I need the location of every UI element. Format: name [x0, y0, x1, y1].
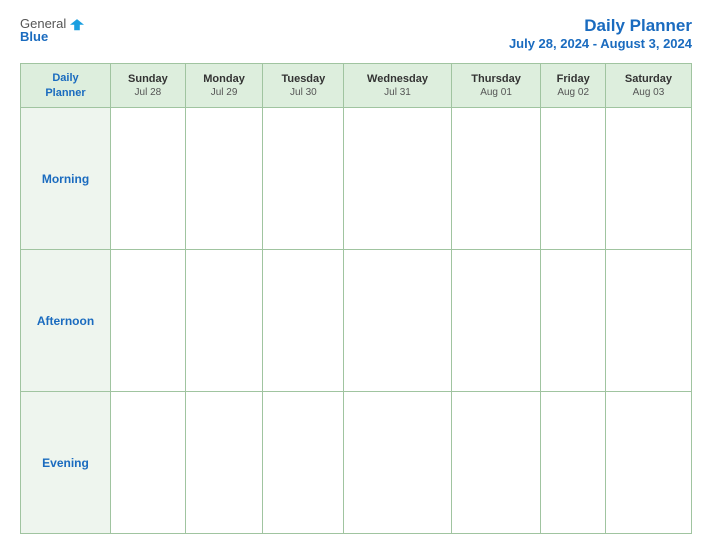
morning-monday-cell[interactable] — [185, 108, 263, 250]
day-date-monday: Jul 29 — [190, 86, 259, 99]
day-name-saturday: Saturday — [610, 72, 687, 86]
afternoon-sunday-cell[interactable] — [111, 250, 186, 392]
evening-label: Evening — [21, 392, 111, 534]
day-header-sunday: Sunday Jul 28 — [111, 64, 186, 108]
morning-friday-cell[interactable] — [541, 108, 605, 250]
day-date-thursday: Aug 01 — [456, 86, 537, 99]
day-header-wednesday: Wednesday Jul 31 — [344, 64, 451, 108]
evening-friday-cell[interactable] — [541, 392, 605, 534]
day-header-thursday: Thursday Aug 01 — [451, 64, 541, 108]
day-header-tuesday: Tuesday Jul 30 — [263, 64, 344, 108]
day-date-saturday: Aug 03 — [610, 86, 687, 99]
table-row-morning: Morning — [21, 108, 692, 250]
planner-table: Daily Planner Sunday Jul 28 Monday Jul 2… — [20, 63, 692, 534]
label-header-line2: Planner — [45, 87, 85, 99]
morning-tuesday-cell[interactable] — [263, 108, 344, 250]
evening-saturday-cell[interactable] — [605, 392, 691, 534]
evening-wednesday-cell[interactable] — [344, 392, 451, 534]
evening-sunday-cell[interactable] — [111, 392, 186, 534]
label-header-line1: Daily — [52, 72, 78, 84]
table-row-afternoon: Afternoon — [21, 250, 692, 392]
day-name-monday: Monday — [190, 72, 259, 86]
afternoon-tuesday-cell[interactable] — [263, 250, 344, 392]
day-date-friday: Aug 02 — [545, 86, 600, 99]
day-name-friday: Friday — [545, 72, 600, 86]
morning-thursday-cell[interactable] — [451, 108, 541, 250]
label-header-cell: Daily Planner — [21, 64, 111, 108]
header-title-area: Daily Planner July 28, 2024 - August 3, … — [509, 16, 692, 51]
afternoon-wednesday-cell[interactable] — [344, 250, 451, 392]
day-header-saturday: Saturday Aug 03 — [605, 64, 691, 108]
morning-wednesday-cell[interactable] — [344, 108, 451, 250]
evening-monday-cell[interactable] — [185, 392, 263, 534]
table-header-row: Daily Planner Sunday Jul 28 Monday Jul 2… — [21, 64, 692, 108]
morning-sunday-cell[interactable] — [111, 108, 186, 250]
morning-saturday-cell[interactable] — [605, 108, 691, 250]
page-title: Daily Planner — [509, 16, 692, 36]
afternoon-thursday-cell[interactable] — [451, 250, 541, 392]
table-row-evening: Evening — [21, 392, 692, 534]
afternoon-friday-cell[interactable] — [541, 250, 605, 392]
day-date-tuesday: Jul 30 — [267, 86, 339, 99]
logo-area: General Blue — [20, 16, 84, 44]
afternoon-saturday-cell[interactable] — [605, 250, 691, 392]
day-date-sunday: Jul 28 — [115, 86, 181, 99]
evening-tuesday-cell[interactable] — [263, 392, 344, 534]
page-header: General Blue Daily Planner July 28, 2024… — [20, 16, 692, 51]
day-name-sunday: Sunday — [115, 72, 181, 86]
day-date-wednesday: Jul 31 — [348, 86, 446, 99]
evening-thursday-cell[interactable] — [451, 392, 541, 534]
morning-label: Morning — [21, 108, 111, 250]
day-header-friday: Friday Aug 02 — [541, 64, 605, 108]
logo-blue-text: Blue — [20, 29, 48, 44]
day-name-wednesday: Wednesday — [348, 72, 446, 86]
date-range: July 28, 2024 - August 3, 2024 — [509, 36, 692, 51]
logo-bird-icon — [70, 17, 84, 31]
day-name-thursday: Thursday — [456, 72, 537, 86]
day-header-monday: Monday Jul 29 — [185, 64, 263, 108]
afternoon-label: Afternoon — [21, 250, 111, 392]
day-name-tuesday: Tuesday — [267, 72, 339, 86]
afternoon-monday-cell[interactable] — [185, 250, 263, 392]
